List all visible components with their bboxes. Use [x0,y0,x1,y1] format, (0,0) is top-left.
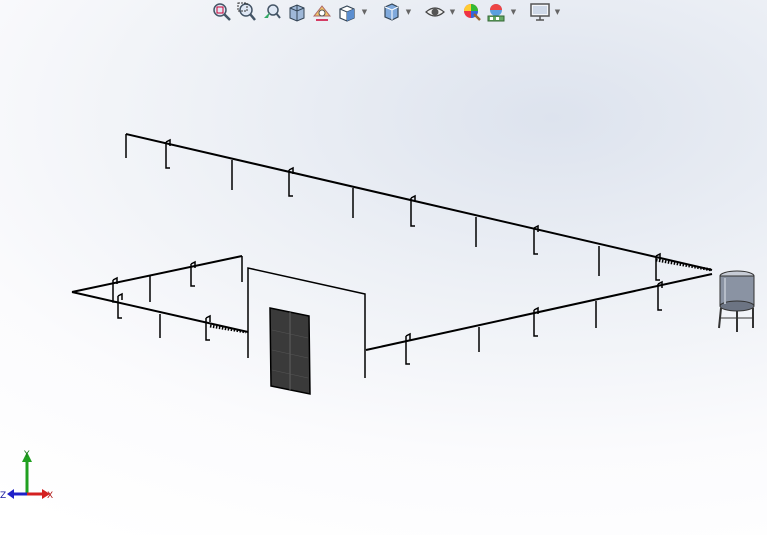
dynamic-annotation-view-button[interactable] [310,1,333,23]
chevron-down-icon: ▼ [510,8,517,16]
zoom-to-fit-button[interactable] [210,1,233,23]
door[interactable] [269,307,311,395]
apply-scene-dropdown[interactable]: ▼ [509,1,518,23]
triad-z-label: Z [0,491,6,501]
edit-appearance-button[interactable] [459,1,482,23]
view-orientation-button[interactable] [335,1,358,23]
previous-view-icon [263,4,281,19]
zoom-to-area-button[interactable] [235,1,258,23]
zoom-to-area-icon [237,2,256,21]
graphics-viewport[interactable]: Y X Z [0,0,767,535]
hide-show-items-button[interactable] [423,1,446,23]
chevron-down-icon: ▼ [449,8,456,16]
triad-x-label: X [47,491,53,501]
water-tank[interactable] [718,270,755,332]
view-settings-icon [529,3,550,21]
zoom-to-fit-icon [212,3,231,21]
display-style-dropdown[interactable]: ▼ [404,1,413,23]
view-settings-dropdown[interactable]: ▼ [553,1,562,23]
back-pipe-line [125,133,713,271]
hide-show-items-dropdown[interactable]: ▼ [448,1,457,23]
view-orientation-dropdown[interactable]: ▼ [360,1,369,23]
heads-up-view-toolbar: ▼ ▼ ▼ ▼ ▼ [210,0,562,24]
front-right-pipe-line [365,273,713,351]
chevron-down-icon: ▼ [405,8,412,16]
apply-scene-icon [487,4,504,22]
chevron-down-icon: ▼ [361,8,368,16]
hide-show-items-icon [424,7,445,17]
section-view-button[interactable] [285,1,308,23]
triad-y-label: Y [23,450,30,460]
reference-triad: Y X Z [0,450,53,501]
left-upper-pipe-line [71,255,243,293]
previous-view-button[interactable] [260,1,283,23]
view-settings-button[interactable] [528,1,551,23]
dynamic-annotation-view-icon [312,5,331,21]
section-view-icon [289,4,304,22]
display-style-icon [383,3,399,21]
view-orientation-icon [338,5,355,22]
chevron-down-icon: ▼ [554,8,561,16]
pipe-assembly-model[interactable] [71,133,713,378]
display-style-button[interactable] [379,1,402,23]
edit-appearance-icon [463,4,481,21]
apply-scene-button[interactable] [484,1,507,23]
